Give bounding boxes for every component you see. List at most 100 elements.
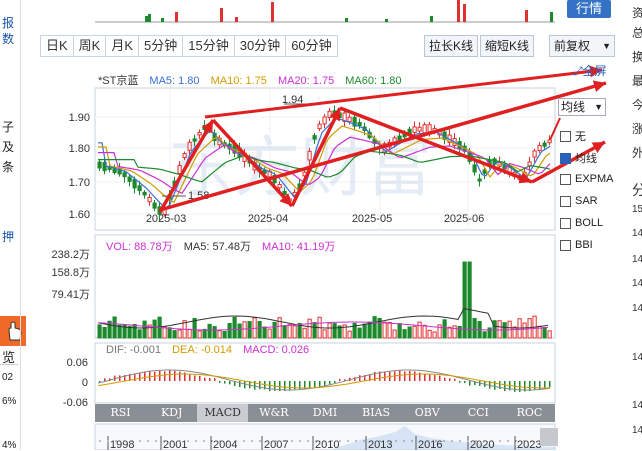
tab-dmi[interactable]: DMI bbox=[299, 404, 350, 422]
volume-bar bbox=[133, 324, 136, 338]
volume-bar bbox=[283, 326, 286, 338]
macd-bar bbox=[319, 381, 321, 387]
volume-bar bbox=[328, 323, 331, 338]
year-label: 2010 bbox=[315, 439, 339, 450]
macd-bar bbox=[104, 378, 106, 381]
option-none[interactable]: 无 bbox=[560, 128, 586, 144]
right-panel-strip: 资 总 换 最 今 涨 外 分 15 14 14 14 14 14 14 14 bbox=[628, 0, 642, 450]
tab-cci[interactable]: CCI bbox=[453, 404, 504, 422]
volume-bar bbox=[168, 328, 171, 338]
year-label: 2016 bbox=[418, 439, 442, 450]
volume-bar bbox=[473, 319, 476, 338]
option-ma[interactable]: 均线 bbox=[560, 150, 597, 166]
volume-bar bbox=[103, 327, 106, 338]
volume-bar bbox=[423, 325, 426, 338]
macd-bar bbox=[199, 376, 201, 381]
volume-bar bbox=[198, 331, 201, 338]
macd-bar bbox=[224, 381, 226, 384]
macd-bar bbox=[99, 381, 101, 382]
option-boll[interactable]: BOLL bbox=[560, 217, 603, 229]
volume-bar bbox=[413, 326, 416, 338]
candle-body bbox=[308, 151, 311, 160]
macd-tick: -0.06 bbox=[63, 397, 88, 409]
macd-bar bbox=[119, 375, 121, 381]
vol-ma5-value: MA5: 57.48万 bbox=[184, 241, 251, 253]
year-label: 2004 bbox=[213, 439, 237, 450]
volume-bar bbox=[233, 317, 236, 338]
volume-bar bbox=[388, 322, 391, 338]
timeline-handle[interactable] bbox=[540, 428, 558, 446]
volume-bar bbox=[363, 324, 366, 338]
candlestick-chart[interactable]: 1.90 1.80 1.70 1.60 2025-03 2025-04 2025… bbox=[0, 0, 642, 450]
right-label: 14 bbox=[632, 254, 642, 265]
option-sar[interactable]: SAR bbox=[560, 195, 598, 207]
date-tick: 2025-05 bbox=[352, 213, 392, 225]
volume-bar bbox=[453, 326, 456, 338]
macd-bar bbox=[359, 375, 361, 381]
ma-type-select[interactable]: 均线 ▼ bbox=[558, 98, 606, 116]
macd-tick: 0.06 bbox=[67, 357, 88, 369]
macd-bar bbox=[169, 370, 171, 381]
tab-kdj[interactable]: KDJ bbox=[146, 404, 197, 422]
volume-bar bbox=[98, 325, 101, 338]
volume-bar bbox=[173, 331, 176, 338]
volume-bar bbox=[248, 322, 251, 338]
fullscreen-button[interactable]: ⤢全屏 bbox=[573, 62, 607, 79]
volume-bar bbox=[243, 322, 246, 338]
date-tick: 2025-06 bbox=[444, 213, 484, 225]
candle-body bbox=[538, 145, 541, 150]
volume-bar bbox=[308, 319, 311, 338]
candle-body bbox=[178, 165, 181, 173]
price-tick: 1.80 bbox=[69, 143, 90, 155]
year-label: 2023 bbox=[517, 439, 541, 450]
volume-bar bbox=[358, 328, 361, 338]
macd-bar bbox=[549, 381, 551, 387]
right-label: 14 bbox=[632, 303, 642, 314]
macd-bar bbox=[244, 381, 246, 388]
checkbox[interactable] bbox=[560, 218, 571, 229]
volume-bar bbox=[463, 262, 466, 338]
candle-body bbox=[478, 179, 481, 181]
right-label: 今 bbox=[632, 96, 642, 113]
checkbox[interactable] bbox=[560, 240, 571, 251]
macd-bar bbox=[289, 381, 291, 391]
candle-body bbox=[323, 117, 326, 124]
checkbox-checked[interactable] bbox=[560, 153, 571, 164]
checkbox[interactable] bbox=[560, 196, 571, 207]
year-label: 2001 bbox=[163, 439, 187, 450]
volume-bar bbox=[403, 330, 406, 338]
volume-tick: 238.2万 bbox=[51, 249, 90, 261]
tab-wr[interactable]: W&R bbox=[248, 404, 299, 422]
macd-bar bbox=[219, 381, 221, 383]
volume-bar bbox=[468, 262, 471, 338]
candle-body bbox=[193, 139, 196, 141]
option-expma[interactable]: EXPMA bbox=[560, 173, 614, 185]
checkbox[interactable] bbox=[560, 131, 571, 142]
option-bbi[interactable]: BBI bbox=[560, 239, 593, 251]
year-label: 2020 bbox=[470, 439, 494, 450]
volume-bar bbox=[138, 330, 141, 338]
candle-body bbox=[358, 123, 361, 126]
volume-bar bbox=[203, 329, 206, 338]
volume-bar bbox=[258, 321, 261, 338]
macd-bar bbox=[164, 371, 166, 381]
macd-bar bbox=[464, 381, 466, 383]
macd-bar bbox=[139, 373, 141, 381]
tab-bias[interactable]: BIAS bbox=[351, 404, 402, 422]
tab-obv[interactable]: OBV bbox=[402, 404, 453, 422]
chevron-down-icon: ▼ bbox=[594, 99, 603, 115]
volume-bar bbox=[143, 321, 146, 338]
tab-rsi[interactable]: RSI bbox=[95, 404, 146, 422]
tab-macd[interactable]: MACD bbox=[197, 404, 248, 422]
candle-body bbox=[183, 154, 186, 158]
tab-roc[interactable]: ROC bbox=[504, 404, 555, 422]
candle-body bbox=[318, 124, 321, 128]
expand-icon: ⤢ bbox=[573, 64, 583, 78]
candle-body bbox=[278, 184, 281, 187]
checkbox[interactable] bbox=[560, 174, 571, 185]
macd-bars bbox=[98, 370, 551, 392]
macd-bar bbox=[494, 381, 496, 390]
right-label: 14 bbox=[632, 400, 642, 411]
macd-bar bbox=[434, 375, 436, 381]
volume-bar bbox=[238, 324, 241, 338]
